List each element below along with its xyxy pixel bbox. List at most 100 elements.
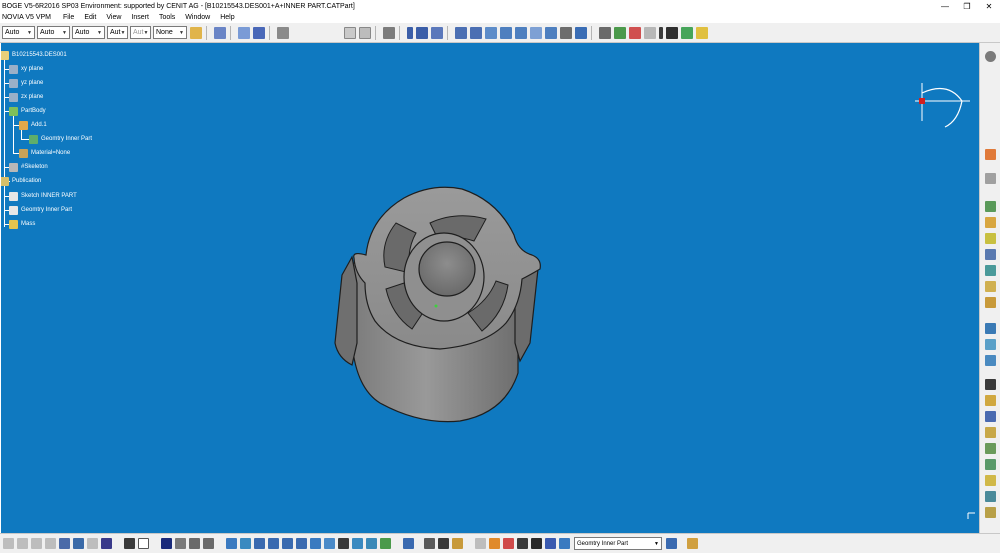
grid-icon[interactable]: [253, 26, 265, 39]
linewidth-combo[interactable]: Aut ▼: [107, 26, 128, 39]
axis-icon[interactable]: [517, 538, 528, 549]
groove-icon[interactable]: [530, 26, 542, 39]
mirror-icon[interactable]: [985, 411, 996, 422]
menu-window[interactable]: Window: [182, 14, 217, 21]
groove-icon[interactable]: [985, 249, 996, 260]
hole-icon[interactable]: [545, 26, 557, 39]
select-icon[interactable]: [985, 149, 996, 160]
pocket-icon[interactable]: [500, 26, 512, 39]
scale-icon[interactable]: [985, 443, 996, 454]
inner-part-model[interactable]: [334, 186, 541, 423]
constraint-icon[interactable]: [503, 538, 514, 549]
thickness-icon[interactable]: [985, 395, 996, 406]
paint-brush-icon[interactable]: [687, 538, 698, 549]
chamfer-icon[interactable]: [985, 339, 996, 350]
lamp-icon[interactable]: [452, 538, 463, 549]
tree-item-skeleton[interactable]: #Skeleton: [9, 162, 48, 172]
grid-icon[interactable]: [438, 538, 449, 549]
redo-icon[interactable]: [87, 538, 98, 549]
pocket-icon[interactable]: [985, 217, 996, 228]
sketcher-icon[interactable]: [985, 173, 996, 184]
paint-icon[interactable]: [190, 26, 202, 39]
hide-show-icon[interactable]: [352, 538, 363, 549]
sew-icon[interactable]: [985, 475, 996, 486]
menu-view[interactable]: View: [103, 14, 128, 21]
tree-item-published-geometry[interactable]: Geomtry Inner Part: [9, 205, 72, 215]
tree-item-publication[interactable]: Publication: [0, 176, 41, 186]
formula-icon[interactable]: [124, 538, 135, 549]
open-icon[interactable]: [17, 538, 28, 549]
snap-icon[interactable]: [214, 26, 226, 39]
rotate-view-icon[interactable]: [268, 538, 279, 549]
remove-icon[interactable]: [985, 507, 996, 518]
menu-insert[interactable]: Insert: [128, 14, 156, 21]
iso-view-icon[interactable]: [324, 538, 335, 549]
constraint-icon[interactable]: [629, 26, 641, 39]
split-icon[interactable]: [985, 459, 996, 470]
cut-icon[interactable]: [59, 538, 70, 549]
sweep-icon[interactable]: [659, 26, 663, 39]
print-icon[interactable]: [45, 538, 56, 549]
swap-space-icon[interactable]: [366, 538, 377, 549]
menu-file[interactable]: File: [60, 14, 81, 21]
tree-item-material[interactable]: Material=None: [19, 148, 70, 158]
close-button[interactable]: ✕: [978, 0, 1000, 12]
layer-icon[interactable]: [238, 26, 250, 39]
shading-icon[interactable]: [338, 538, 349, 549]
tree-item-mass[interactable]: Mass: [9, 219, 35, 229]
catalog-icon[interactable]: [175, 538, 186, 549]
rib-icon[interactable]: [560, 26, 572, 39]
pattern-icon[interactable]: [985, 427, 996, 438]
comment-icon[interactable]: [138, 538, 149, 549]
layer-combo[interactable]: None ▼: [153, 26, 187, 39]
pan-icon[interactable]: [254, 538, 265, 549]
zoom-in-icon[interactable]: [282, 538, 293, 549]
sort-icon[interactable]: [614, 26, 626, 39]
minimize-button[interactable]: —: [934, 0, 956, 12]
transparency-combo[interactable]: Auto ▼: [37, 26, 70, 39]
curve-icon[interactable]: [416, 26, 428, 39]
tree-item-add[interactable]: Add.1: [19, 120, 47, 130]
undo-icon[interactable]: [73, 538, 84, 549]
section-icon[interactable]: [424, 538, 435, 549]
update-icon[interactable]: [696, 26, 708, 39]
tree-item-yz-plane[interactable]: yz plane: [9, 78, 43, 88]
point-icon[interactable]: [383, 26, 395, 39]
fit-all-icon[interactable]: [240, 538, 251, 549]
point-combo[interactable]: Aut ▼: [130, 26, 151, 39]
circle-icon[interactable]: [681, 26, 693, 39]
fillet-icon[interactable]: [470, 26, 482, 39]
define-work-object-icon[interactable]: [559, 538, 570, 549]
compass-icon[interactable]: [277, 26, 289, 39]
shell-icon[interactable]: [985, 379, 996, 390]
menu-edit[interactable]: Edit: [81, 14, 103, 21]
zoom-out-icon[interactable]: [296, 538, 307, 549]
axis-icon[interactable]: [431, 26, 443, 39]
gear-icon[interactable]: [985, 51, 996, 62]
fly-icon[interactable]: [226, 538, 237, 549]
compass-icon[interactable]: [915, 83, 970, 128]
rib-icon[interactable]: [985, 281, 996, 292]
menu-tools[interactable]: Tools: [156, 14, 182, 21]
fillet-icon[interactable]: [985, 323, 996, 334]
body-icon[interactable]: [545, 538, 556, 549]
multi-view-icon[interactable]: [380, 538, 391, 549]
new-icon[interactable]: [3, 538, 14, 549]
sketch-plane-icon[interactable]: [403, 538, 414, 549]
boolean-icon[interactable]: [985, 491, 996, 502]
menu-novia[interactable]: NOVIA V5 VPM: [0, 14, 60, 21]
rotate-icon[interactable]: [455, 26, 467, 39]
line-icon[interactable]: [407, 26, 413, 39]
update-line-icon[interactable]: [666, 26, 678, 39]
measure-icon[interactable]: [599, 26, 611, 39]
help-icon[interactable]: [101, 538, 112, 549]
menu-help[interactable]: Help: [217, 14, 241, 21]
tree-item-zx-plane[interactable]: zx plane: [9, 92, 43, 102]
slot-icon[interactable]: [575, 26, 587, 39]
restore-button[interactable]: ❐: [956, 0, 978, 12]
tree-item-sketch-inner-part[interactable]: Sketch INNER PART: [9, 191, 77, 201]
sketch-icon[interactable]: [344, 26, 356, 39]
tree-item-geometry-inner-part[interactable]: Geomtry Inner Part: [29, 134, 92, 144]
3d-viewport[interactable]: B10215543.DES001 xy plane yz plane zx pl…: [0, 43, 979, 533]
current-body-combo[interactable]: Geomtry Inner Part ▼: [574, 537, 662, 550]
